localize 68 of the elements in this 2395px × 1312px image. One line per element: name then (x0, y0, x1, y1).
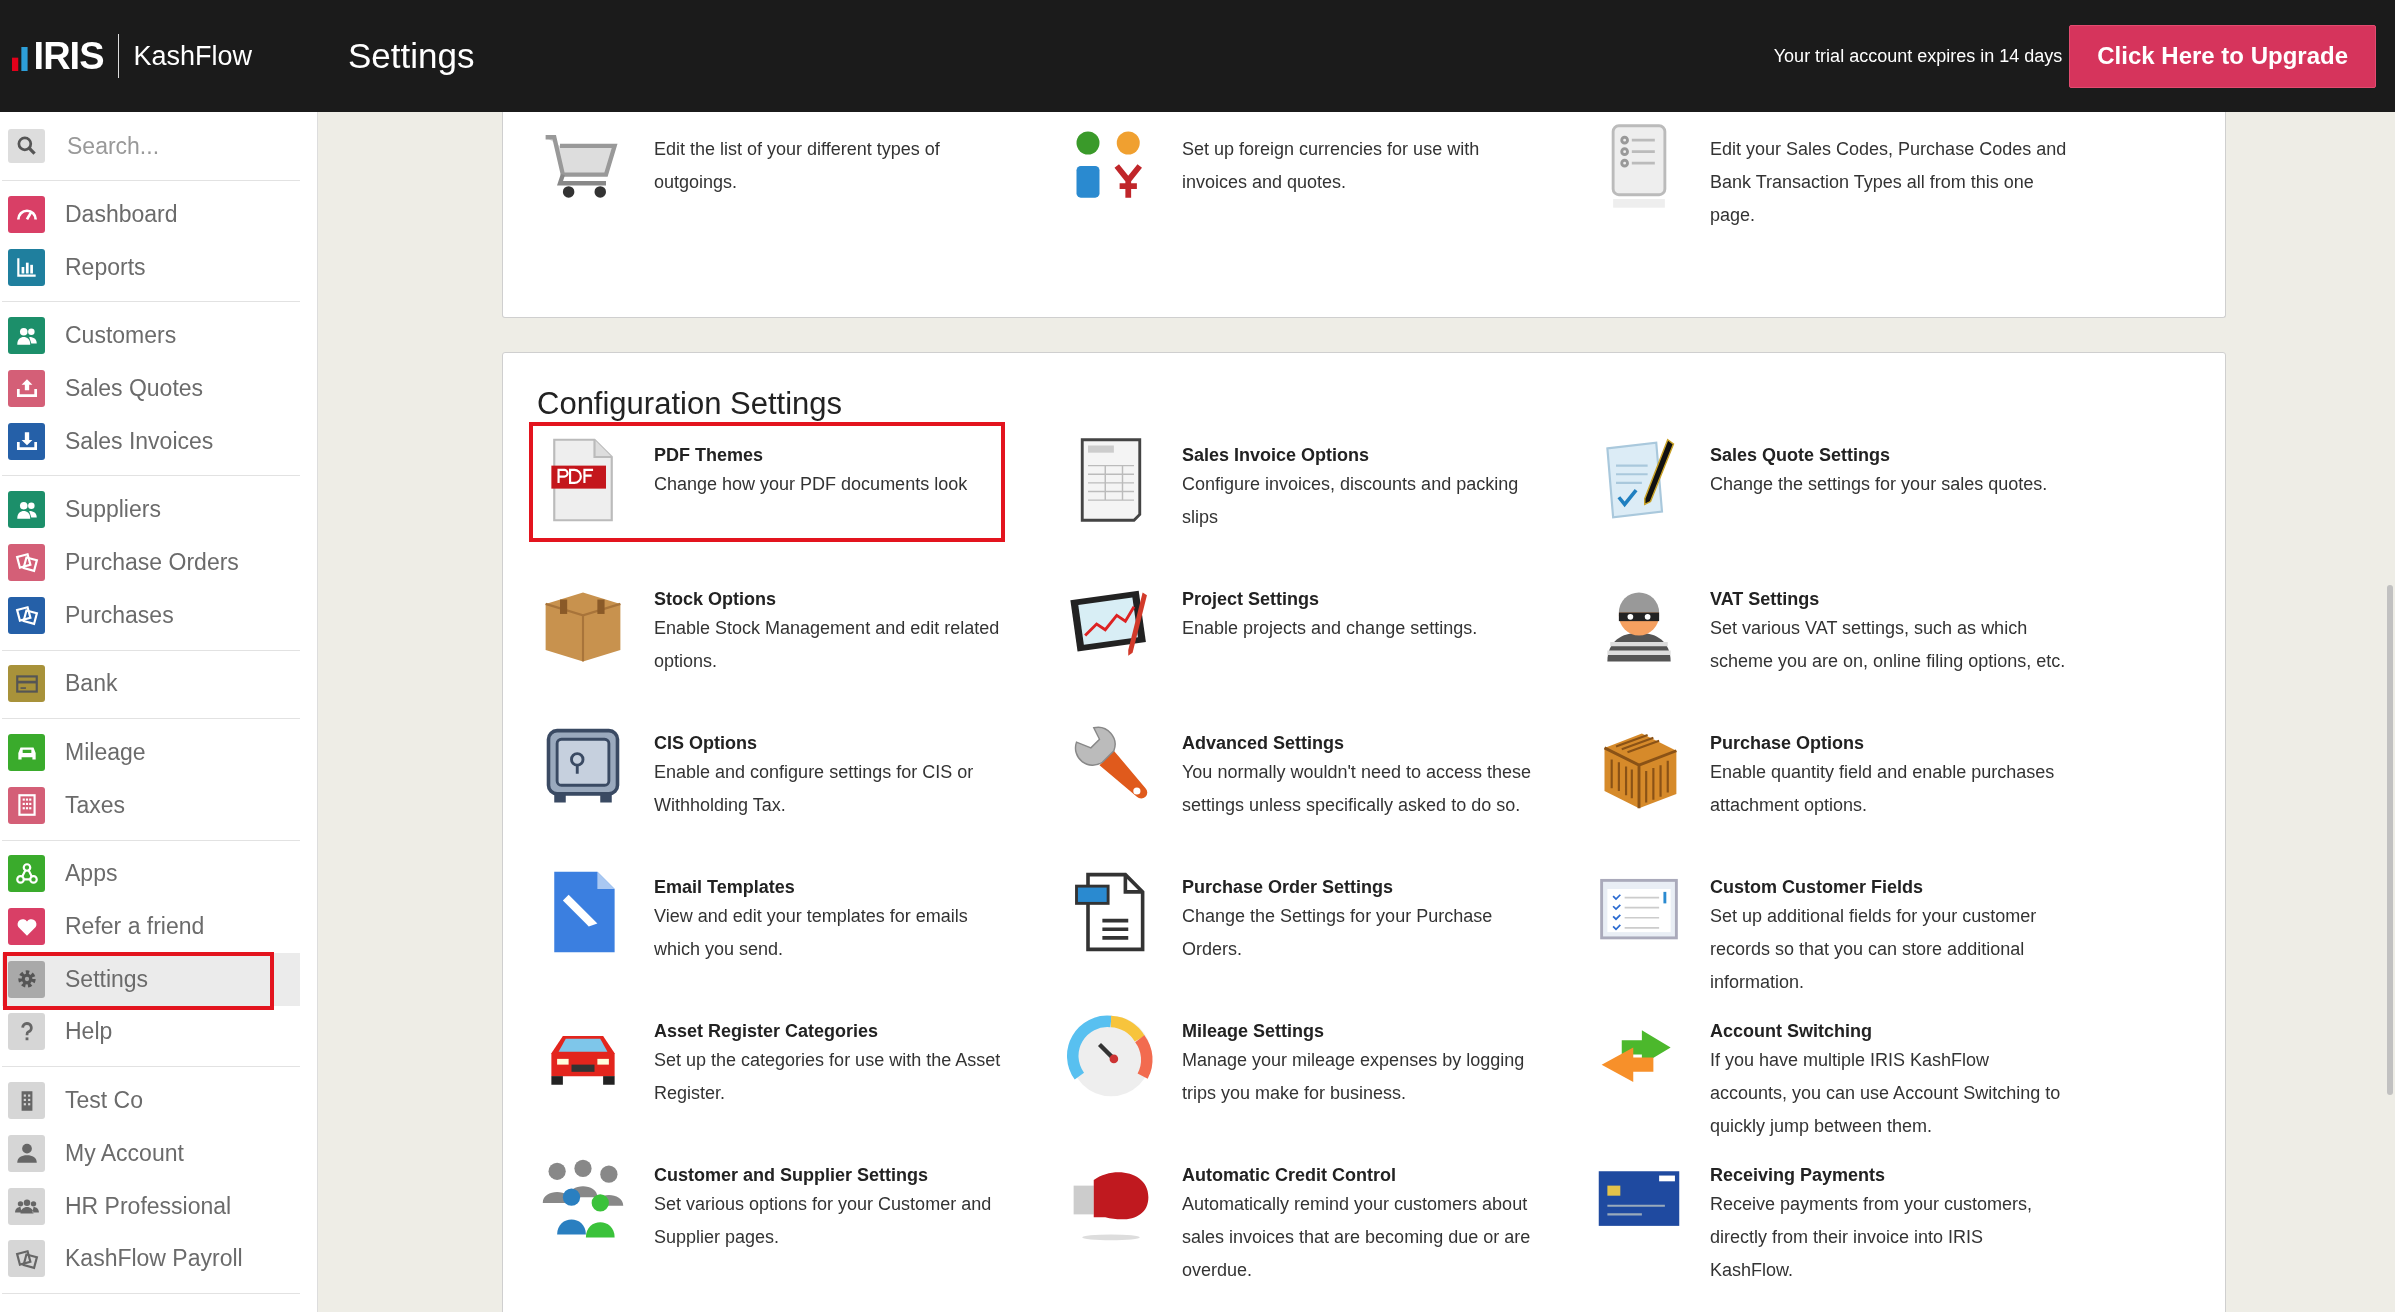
sidebar-item[interactable]: Dashboard (2, 188, 300, 241)
sidebar-item[interactable]: Purchases (2, 588, 300, 642)
setting-description: Set various VAT settings, such as which scheme you are on, online filing options, etc. (1710, 617, 2067, 673)
setting-link[interactable]: PDF Themes (654, 434, 1012, 468)
setting-description: Enable projects and change settings. (1182, 617, 1479, 640)
sidebar-item[interactable]: Mileage (2, 726, 300, 779)
setting-description: View and edit your templates for emails which you send. (654, 905, 969, 961)
sidebar-item[interactable]: Taxes (2, 778, 300, 832)
sidebar-item[interactable]: Customers (2, 309, 300, 363)
setting-description: Enable and configure settings for CIS or Withholding Tax. (654, 761, 975, 817)
sidebar-item[interactable]: KashFlow Payroll (2, 1232, 300, 1286)
sidebar-item[interactable]: My Account (2, 1127, 300, 1180)
setting-link[interactable]: Sales Quote Settings (1710, 434, 2068, 468)
logo-bars-icon (12, 47, 28, 71)
setting-description: Change how your PDF documents look (654, 473, 969, 496)
page-title: Settings (348, 36, 475, 76)
sidebar-item[interactable]: Sales Invoices (2, 414, 300, 468)
scrollbar[interactable] (2387, 585, 2393, 1095)
logo[interactable]: IRIS KashFlow (12, 34, 252, 78)
setting-link[interactable]: Receiving Payments (1710, 1154, 2068, 1188)
sidebar-item[interactable]: Purchase Orders (2, 536, 300, 589)
setting-link[interactable]: Customer and Supplier Settings (654, 1154, 1012, 1188)
trial-notice: Your trial account expires in 14 days (1773, 45, 2063, 67)
sidebar-item[interactable]: Refer a friend (2, 900, 300, 953)
setting-description: Configure invoices, discounts and packing slips (1182, 473, 1520, 529)
setting-description: Change the Settings for your Purchase Orders. (1182, 905, 1494, 961)
sidebar-item[interactable]: Reports (2, 240, 300, 294)
setting-description: Change the settings for your sales quotes. (1710, 473, 2049, 496)
setting-link[interactable]: Stock Options (654, 578, 1012, 612)
sidebar-item[interactable]: Sales Quotes (2, 362, 300, 415)
search-icon[interactable] (8, 129, 45, 163)
setting-link[interactable]: Project Settings (1182, 578, 1540, 612)
setting-description: Receive payments from your customers, directly from their invoice into IRIS KashFlow. (1710, 1193, 2034, 1282)
setting-description: Set various options for your Customer and Supplier pages. (654, 1193, 993, 1249)
setting-link[interactable]: Purchase Options (1710, 722, 2068, 756)
sidebar-item[interactable]: Test Co (2, 1074, 300, 1127)
setting-link[interactable]: Asset Register Categories (654, 1010, 1012, 1044)
setting-link[interactable]: Purchase Order Settings (1182, 866, 1540, 900)
sidebar-item[interactable]: Apps (2, 847, 300, 901)
logo-brand: IRIS (33, 34, 104, 78)
search-field[interactable]: Search... (67, 132, 267, 160)
setting-description: Enable Stock Management and edit related options. (654, 617, 1001, 673)
setting-link[interactable]: Advanced Settings (1182, 722, 1540, 756)
setting-link[interactable]: Sales Invoice Options (1182, 434, 1540, 468)
setting-link[interactable]: Custom Customer Fields (1710, 866, 2068, 900)
upgrade-button[interactable]: Click Here to Upgrade (2069, 24, 2376, 88)
setting-description: Set up additional fields for your customer records so that you can store additional information. (1710, 905, 2038, 994)
sidebar-item[interactable]: Help (2, 1005, 300, 1059)
sidebar-item[interactable]: HR Professional (2, 1179, 300, 1233)
setting-description: Edit the list of your different types of outgoings. (654, 138, 941, 194)
setting-link[interactable]: Account Switching (1710, 1010, 2068, 1044)
setting-description: If you have multiple IRIS KashFlow accounts, you can use Account Switching to quickly jump between them. (1710, 1049, 2062, 1138)
setting-description: Automatically remind your customers about sales invoices that are becoming due or are overdue. (1182, 1193, 1532, 1282)
setting-link[interactable]: CIS Options (654, 722, 1012, 756)
sidebar-item[interactable]: Suppliers (2, 483, 300, 537)
setting-link[interactable]: Email Templates (654, 866, 1012, 900)
setting-description: Set up the categories for use with the Asset Register. (654, 1049, 1002, 1105)
setting-description: Manage your mileage expenses by logging trips you make for business. (1182, 1049, 1526, 1105)
setting-description: Set up foreign currencies for use with invoices and quotes. (1182, 138, 1481, 194)
sidebar-item[interactable]: Bank (2, 657, 300, 711)
setting-description: Edit your Sales Codes, Purchase Codes and Bank Transaction Types all from this one page. (1710, 138, 2068, 227)
setting-description: Enable quantity field and enable purchases attachment options. (1710, 761, 2056, 817)
logo-product: KashFlow (133, 40, 252, 72)
setting-link[interactable]: Mileage Settings (1182, 1010, 1540, 1044)
section-heading: Configuration Settings (537, 385, 844, 423)
setting-link[interactable]: VAT Settings (1710, 578, 2068, 612)
setting-description: You normally wouldn't need to access these settings unless specifically asked to do so. (1182, 761, 1532, 817)
setting-link[interactable]: Automatic Credit Control (1182, 1154, 1540, 1188)
